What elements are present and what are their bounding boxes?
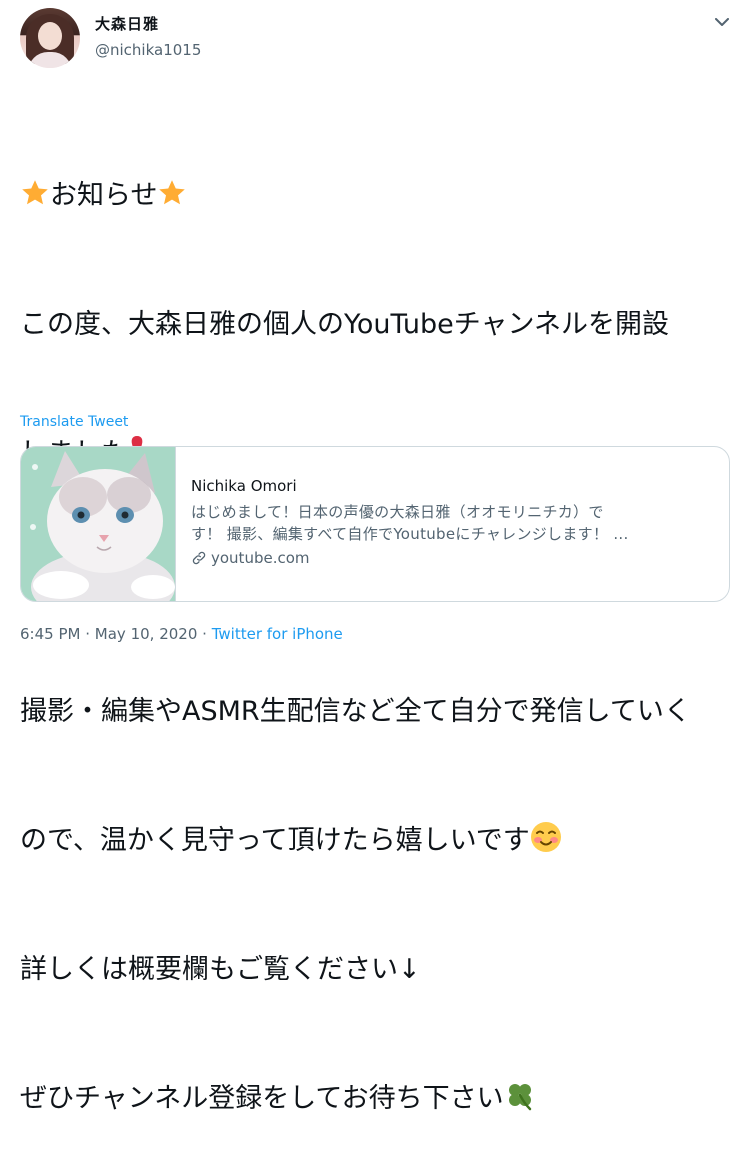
tweet-line: 詳しくは概要欄もご覧ください↓ (20, 948, 732, 991)
tweet-line-text: 詳しくは概要欄もご覧ください↓ (20, 954, 421, 985)
avatar[interactable] (20, 8, 80, 68)
tweet-line-text: この度、大森日雅の個人のYouTubeチャンネルを開設 (20, 309, 669, 340)
user-handle[interactable]: @nichika1015 (95, 41, 201, 59)
card-thumbnail (21, 447, 176, 601)
tweet-line-text: ぜひチャンネル登録をしてお待ち下さい (20, 1083, 504, 1114)
meta-separator: · (85, 625, 91, 643)
translate-tweet-link[interactable]: Translate Tweet (20, 414, 128, 430)
card-description-line: す！ 撮影、編集すべて自作でYoutubeにチャレンジします！ ... (191, 525, 629, 543)
tweet-line-text: 撮影・編集やASMR生配信など全て自分で発信していく (20, 696, 691, 727)
chevron-down-icon (715, 17, 729, 26)
tweet-date[interactable]: May 10, 2020 (95, 625, 198, 643)
card-description: はじめまして！日本の声優の大森日雅（オオモリニチカ）で す！ 撮影、編集すべて自… (191, 501, 716, 545)
tweet-meta: 6:45 PM · May 10, 2020 · Twitter for iPh… (20, 625, 343, 643)
card-body: Nichika Omori はじめまして！日本の声優の大森日雅（オオモリニチカ）… (191, 477, 716, 567)
more-options-button[interactable] (711, 11, 733, 33)
tweet-line: この度、大森日雅の個人のYouTubeチャンネルを開設 (20, 303, 732, 346)
card-link: youtube.com (191, 549, 716, 567)
tweet-line: お知らせ (20, 174, 732, 217)
tweet-line: 撮影・編集やASMR生配信など全て自分で発信していく (20, 690, 732, 733)
smiling-face-icon (530, 821, 562, 866)
link-preview-card[interactable]: Nichika Omori はじめまして！日本の声優の大森日雅（オオモリニチカ）… (20, 446, 730, 602)
card-description-line: はじめまして！日本の声優の大森日雅（オオモリニチカ）で (191, 503, 604, 521)
tweet-line-text: ので、温かく見守って頂けたら嬉しいです (20, 825, 530, 856)
card-title: Nichika Omori (191, 477, 297, 495)
meta-separator: · (202, 625, 207, 643)
card-link-domain: youtube.com (211, 549, 310, 567)
tweet-line: ぜひチャンネル登録をしてお待ち下さい (20, 1077, 732, 1120)
link-icon (191, 550, 207, 566)
star-icon (157, 178, 187, 221)
cat-photo-icon (21, 447, 175, 601)
display-name[interactable]: 大森日雅 (95, 13, 159, 34)
tweet-line-text: お知らせ (50, 180, 158, 211)
four-leaf-clover-icon (504, 1079, 536, 1124)
tweet-source-link[interactable]: Twitter for iPhone (212, 625, 343, 643)
tweet-time[interactable]: 6:45 PM (20, 625, 80, 643)
avatar-face (38, 22, 62, 50)
star-icon (20, 178, 50, 221)
tweet-line: ので、温かく見守って頂けたら嬉しいです (20, 819, 732, 862)
